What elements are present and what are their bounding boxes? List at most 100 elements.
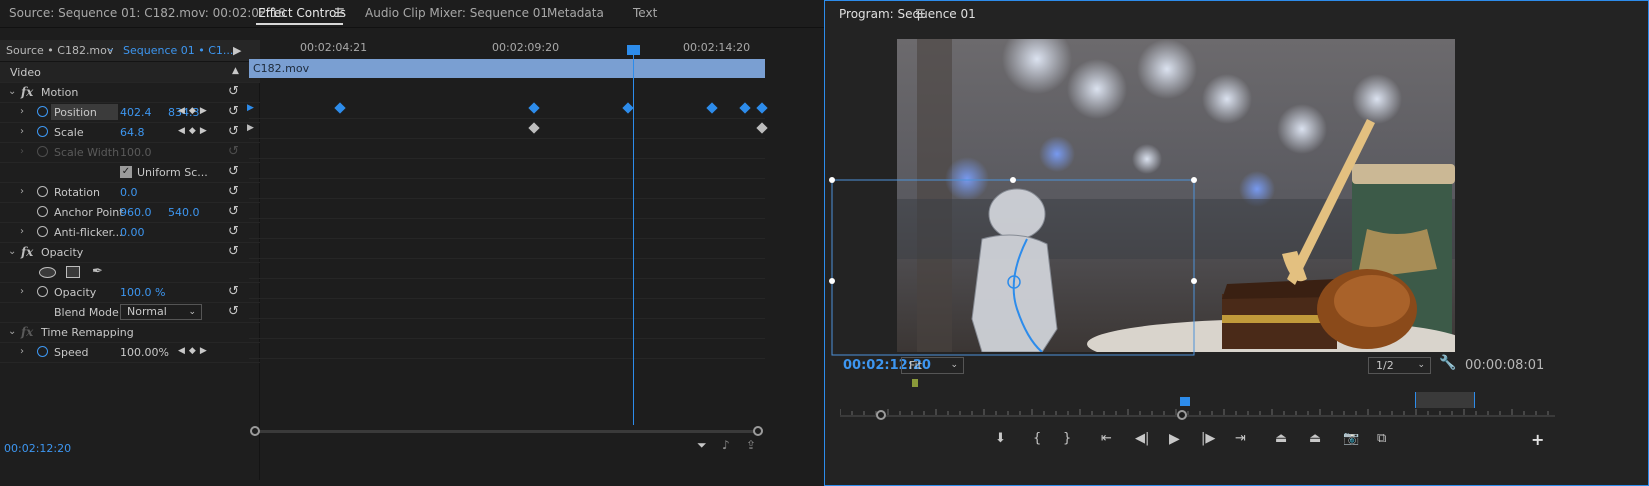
chevron-right-icon[interactable]: › [20, 346, 24, 357]
anchor-x-value[interactable]: 960.0 [120, 206, 152, 219]
panel-menu-icon[interactable]: ☰ [334, 6, 345, 20]
add-marker-icon[interactable]: ⬇ [995, 431, 1006, 446]
time-remapping-row[interactable]: ⌄ fx Time Remapping [0, 322, 260, 343]
lift-icon[interactable]: ⏏ [1275, 431, 1287, 446]
opacity-value[interactable]: 100.0 % [120, 286, 165, 299]
comparison-view-icon[interactable]: ⧉ [1377, 431, 1386, 446]
reset-icon[interactable]: ↺ [228, 124, 239, 139]
marker-icon[interactable] [912, 379, 918, 387]
fx-icon[interactable]: fx [21, 245, 33, 259]
keyframe[interactable] [622, 102, 634, 114]
mark-in-icon[interactable]: { [1033, 431, 1041, 446]
blend-mode-dropdown[interactable]: Normal ⌄ [120, 304, 202, 320]
sequence-clip-tab[interactable]: Sequence 01 • C1... [123, 44, 233, 57]
scroll-handle-left[interactable] [250, 426, 260, 436]
fx-icon[interactable]: fx [21, 325, 33, 339]
stopwatch-icon[interactable] [37, 106, 48, 117]
transform-handle[interactable] [1191, 278, 1197, 284]
keyframe-navigator[interactable]: ◀◆▶ [178, 126, 211, 136]
keyframe[interactable] [756, 102, 768, 114]
keyframe[interactable] [706, 102, 718, 114]
chevron-down-icon[interactable]: ⌄ [8, 246, 16, 257]
effect-controls-timecode[interactable]: 00:02:12:20 [4, 442, 71, 455]
motion-row[interactable]: ⌄ fx Motion ↺ [0, 82, 260, 103]
reset-icon[interactable]: ↺ [228, 224, 239, 239]
fx-icon[interactable]: fx [21, 85, 33, 99]
stopwatch-icon[interactable] [37, 186, 48, 197]
tab-effect-controls[interactable]: Effect Controls [258, 6, 346, 20]
keyframe[interactable] [739, 102, 751, 114]
playback-resolution-dropdown[interactable]: 1/2 ⌄ [1368, 357, 1431, 374]
reset-icon[interactable]: ↺ [228, 164, 239, 179]
mark-out-icon[interactable]: } [1063, 431, 1071, 446]
scale-value[interactable]: 64.8 [120, 126, 145, 139]
reset-icon[interactable]: ↺ [228, 304, 239, 319]
rotation-value[interactable]: 0.0 [120, 186, 138, 199]
ellipse-mask-icon[interactable] [39, 267, 56, 278]
keyframe[interactable] [528, 102, 540, 114]
speed-row[interactable]: › Speed 100.00% ◀◆▶ [0, 342, 260, 363]
wrench-icon[interactable]: 🔧 [1439, 355, 1456, 371]
tab-audio-clip-mixer[interactable]: Audio Clip Mixer: Sequence 01 [365, 6, 548, 20]
collapse-up-icon[interactable]: ▲ [232, 66, 239, 76]
reset-icon[interactable]: ↺ [228, 204, 239, 219]
clip-bar[interactable]: C182.mov [249, 59, 765, 78]
blend-mode-row[interactable]: Blend Mode Normal ⌄ ↺ [0, 302, 260, 323]
reset-icon[interactable]: ↺ [228, 284, 239, 299]
zoom-handle-right[interactable] [1177, 410, 1187, 420]
anti-flicker-row[interactable]: › Anti-flicker... 0.00 ↺ [0, 222, 260, 243]
reset-icon[interactable]: ↺ [228, 104, 239, 119]
extract-icon[interactable]: ⏏ [1309, 431, 1321, 446]
reset-icon[interactable]: ↺ [228, 184, 239, 199]
transform-bounding-box[interactable] [825, 171, 1245, 356]
keyframe-navigator[interactable]: ◀◆▶ [178, 346, 211, 356]
stopwatch-icon[interactable] [37, 226, 48, 237]
keyframe[interactable] [334, 102, 346, 114]
stopwatch-icon[interactable] [37, 346, 48, 357]
play-icon[interactable]: ▶ [1169, 431, 1180, 447]
chevron-down-icon[interactable]: ⌄ [8, 326, 16, 337]
anti-flicker-value[interactable]: 0.00 [120, 226, 145, 239]
timeline-scrollbar[interactable] [255, 430, 759, 433]
playhead-handle[interactable] [627, 45, 640, 55]
source-clip-tab[interactable]: Source • C182.mov [6, 44, 113, 57]
tab-source[interactable]: Source: Sequence 01: C182.mov: 00:02:02:… [9, 6, 286, 20]
opacity-row[interactable]: › Opacity 100.0 % ↺ [0, 282, 260, 303]
reset-icon[interactable]: ↺ [228, 244, 239, 259]
speed-value[interactable]: 100.00% [120, 346, 169, 359]
chevron-right-icon[interactable]: › [20, 286, 24, 297]
panel-menu-icon[interactable]: ☰ [915, 7, 926, 21]
transform-handle[interactable] [829, 278, 835, 284]
zoom-scrollbar[interactable] [840, 415, 1555, 417]
chevron-down-icon[interactable]: ⌄ [8, 86, 16, 97]
anchor-point-row[interactable]: Anchor Point 960.0 540.0 ↺ [0, 202, 260, 223]
play-triangle-icon[interactable]: ▶ [233, 44, 241, 57]
scale-row[interactable]: › Scale 64.8 ◀◆▶ ↺ [0, 122, 260, 143]
anchor-y-value[interactable]: 540.0 [168, 206, 200, 219]
tab-text[interactable]: Text [633, 6, 657, 20]
go-to-out-icon[interactable]: ⇥ [1235, 431, 1246, 446]
transform-handle[interactable] [1191, 177, 1197, 183]
chevron-right-icon[interactable]: › [20, 106, 24, 117]
play-audio-icon[interactable]: ♪ [722, 438, 730, 452]
program-playhead[interactable] [1180, 397, 1190, 406]
transform-handle[interactable] [829, 177, 835, 183]
step-forward-icon[interactable]: |▶ [1201, 431, 1215, 446]
in-out-range[interactable] [1415, 392, 1475, 408]
chevron-down-icon[interactable]: ⌄ [107, 44, 115, 54]
opacity-group-row[interactable]: ⌄ fx Opacity ↺ [0, 242, 260, 263]
transform-handle[interactable] [1010, 177, 1016, 183]
rectangle-mask-icon[interactable] [66, 266, 80, 278]
uniform-scale-checkbox[interactable]: ✓ [120, 166, 132, 178]
chevron-right-icon[interactable]: › [20, 226, 24, 237]
export-icon[interactable]: ⇪ [746, 438, 756, 452]
stopwatch-icon[interactable] [37, 126, 48, 137]
zoom-level-dropdown[interactable]: Fit ⌄ [901, 357, 964, 374]
keyframe[interactable] [756, 122, 768, 134]
reset-icon[interactable]: ↺ [228, 84, 239, 99]
uniform-scale-row[interactable]: ✓ Uniform Sc... ↺ [0, 162, 260, 183]
filter-icon[interactable]: ⏷ [697, 438, 707, 453]
tab-metadata[interactable]: Metadata [547, 6, 604, 20]
pen-mask-icon[interactable]: ✒ [92, 264, 103, 279]
stopwatch-icon[interactable] [37, 286, 48, 297]
